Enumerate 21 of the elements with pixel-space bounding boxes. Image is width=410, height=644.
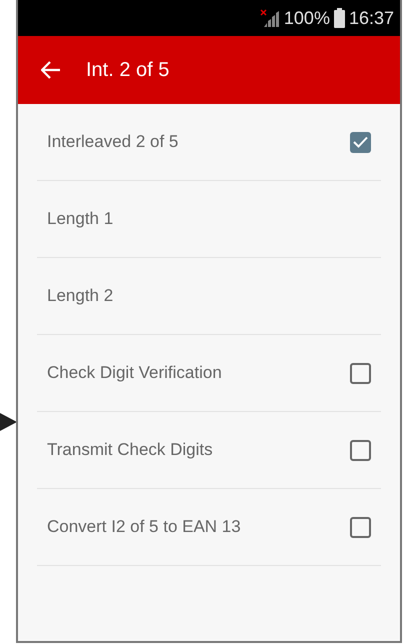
settings-row[interactable]: Convert I2 of 5 to EAN 13	[37, 489, 381, 566]
battery-percent: 100%	[284, 6, 330, 30]
setting-label: Convert I2 of 5 to EAN 13	[47, 516, 241, 538]
setting-label: Length 2	[47, 285, 114, 308]
settings-row[interactable]: Check Digit Verification	[37, 335, 381, 412]
checkbox[interactable]	[350, 362, 371, 384]
settings-row[interactable]: Length 2	[37, 258, 381, 335]
screen-title: Int. 2 of 5	[86, 58, 170, 83]
battery-icon	[334, 8, 345, 28]
checkbox[interactable]	[350, 516, 371, 538]
setting-label: Length 1	[47, 208, 114, 230]
checkbox[interactable]	[350, 440, 371, 460]
settings-row[interactable]: Interleaved 2 of 5	[37, 104, 381, 181]
settings-row[interactable]: Length 1	[37, 181, 381, 258]
setting-label: Interleaved 2 of 5	[47, 131, 178, 154]
setting-label: Check Digit Verification	[47, 362, 222, 384]
setting-label: Transmit Check Digits	[47, 439, 213, 462]
pointer-icon	[0, 413, 17, 431]
clock: 16:37	[348, 6, 394, 30]
settings-row[interactable]: Transmit Check Digits	[37, 412, 381, 489]
checkbox[interactable]	[350, 132, 371, 152]
